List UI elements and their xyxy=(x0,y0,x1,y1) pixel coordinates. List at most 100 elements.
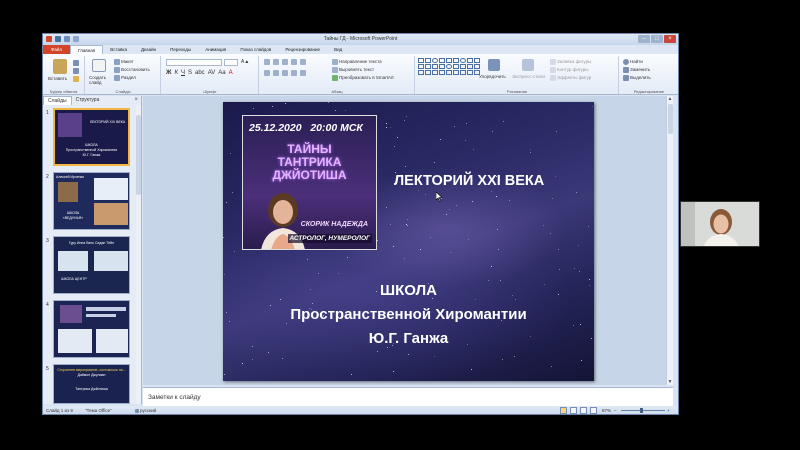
find-button[interactable]: Найти xyxy=(623,59,643,65)
pane-scrollbar[interactable] xyxy=(136,105,141,404)
select-button[interactable]: Выделить xyxy=(623,75,651,81)
shape-icon[interactable] xyxy=(467,64,473,69)
font-size-dropdown[interactable] xyxy=(224,59,238,66)
reading-view-button[interactable] xyxy=(580,407,587,414)
tab-design[interactable]: Дизайн xyxy=(134,45,163,54)
case-icon[interactable]: Aa xyxy=(218,70,225,76)
slide-thumbnail-1[interactable]: ЛЕКТОРИЙ XXI ВЕКА ШКОЛА Пространственной… xyxy=(53,108,130,166)
align-left-icon[interactable] xyxy=(264,70,270,76)
shape-icon[interactable] xyxy=(460,64,466,69)
zoom-out-icon[interactable]: – xyxy=(614,408,617,413)
slide-thumbnail-5[interactable]: Стороннее мероприятие, состоялось на... … xyxy=(53,364,130,404)
zoom-level[interactable]: 87% xyxy=(602,408,611,413)
shape-icon[interactable] xyxy=(467,58,473,63)
shape-icon[interactable] xyxy=(453,70,459,75)
shape-icon[interactable] xyxy=(439,70,445,75)
paste-icon[interactable] xyxy=(53,59,67,74)
shape-icon[interactable] xyxy=(453,58,459,63)
smartart-button[interactable]: Преобразовать в SmartArt xyxy=(332,75,394,81)
shape-outline-button[interactable]: Контур фигуры xyxy=(550,67,588,73)
quick-styles-button[interactable]: Экспресс-стили xyxy=(512,74,545,79)
layout-button[interactable]: Макет xyxy=(114,59,134,65)
underline-icon[interactable]: Ч xyxy=(181,70,185,76)
slide-thumbnail-3[interactable]: Гуру Инна Вэнс Седан Тейн ШКОЛА ЦЕНТР xyxy=(53,236,130,294)
shape-icon[interactable] xyxy=(460,70,466,75)
shape-icon[interactable] xyxy=(432,64,438,69)
shape-effects-button[interactable]: Эффекты фигур xyxy=(550,75,591,81)
line-spacing-icon[interactable] xyxy=(300,59,306,65)
event-poster[interactable]: 25.12.2020 20:00 МСК ТАЙНЫ ТАНТРИКА ДЖЙО… xyxy=(242,115,377,250)
scrollbar-thumb[interactable] xyxy=(668,104,673,134)
shape-icon[interactable] xyxy=(425,70,431,75)
slide-thumbnail-4[interactable] xyxy=(53,300,130,358)
new-slide-icon[interactable] xyxy=(92,59,106,72)
shape-icon[interactable] xyxy=(446,70,452,75)
shape-icon[interactable] xyxy=(418,58,424,63)
reset-button[interactable]: Восстановить xyxy=(114,67,150,73)
replace-button[interactable]: Заменить xyxy=(623,67,650,73)
slide-thumbnail-2[interactable]: Алексей Ирченко ШКОЛА «ВЕДУНЬЯ» xyxy=(53,172,130,230)
notes-pane[interactable]: Заметки к слайду xyxy=(143,387,673,406)
shape-icon[interactable] xyxy=(425,58,431,63)
shape-icon[interactable] xyxy=(446,58,452,63)
language-indicator[interactable]: русский xyxy=(135,408,156,413)
quick-styles-icon[interactable] xyxy=(522,59,534,71)
cut-icon[interactable] xyxy=(73,60,79,66)
shape-icon[interactable] xyxy=(474,58,480,63)
tab-slideshow[interactable]: Показ слайдов xyxy=(233,45,278,54)
tab-view[interactable]: Вид xyxy=(327,45,349,54)
format-painter-icon[interactable] xyxy=(73,76,79,82)
minimize-button[interactable]: – xyxy=(638,35,650,43)
tab-review[interactable]: Рецензирование xyxy=(278,45,327,54)
shape-icon[interactable] xyxy=(432,58,438,63)
spacing-icon[interactable]: AV xyxy=(208,70,216,76)
shape-icon[interactable] xyxy=(425,64,431,69)
normal-view-button[interactable] xyxy=(560,407,567,414)
arrange-button[interactable]: Упорядочить xyxy=(479,74,506,79)
align-right-icon[interactable] xyxy=(282,70,288,76)
tab-file[interactable]: Файл xyxy=(43,45,71,54)
close-button[interactable]: × xyxy=(664,35,676,43)
italic-icon[interactable]: К xyxy=(174,70,178,76)
bullets-icon[interactable] xyxy=(264,59,270,65)
font-name-dropdown[interactable] xyxy=(166,59,222,66)
strikethrough-icon[interactable]: S xyxy=(188,70,192,76)
shape-icon[interactable] xyxy=(418,64,424,69)
shape-icon[interactable] xyxy=(439,64,445,69)
tab-animation[interactable]: Анимация xyxy=(198,45,233,54)
shape-icon[interactable] xyxy=(474,64,480,69)
shape-icon[interactable] xyxy=(439,58,445,63)
scrollbar-thumb[interactable] xyxy=(136,115,141,195)
font-color-icon[interactable]: A xyxy=(229,70,233,76)
decrease-indent-icon[interactable] xyxy=(282,59,288,65)
tab-outline[interactable]: Структура xyxy=(72,96,104,105)
close-icon[interactable]: × xyxy=(134,97,138,103)
tab-home[interactable]: Главная xyxy=(70,45,104,54)
maximize-button[interactable]: □ xyxy=(651,35,663,43)
paste-button[interactable]: Вставить xyxy=(48,76,67,81)
increase-indent-icon[interactable] xyxy=(291,59,297,65)
scroll-down-icon[interactable]: ▼ xyxy=(667,379,673,385)
align-center-icon[interactable] xyxy=(273,70,279,76)
shape-icon[interactable] xyxy=(446,64,452,69)
section-button[interactable]: Раздел xyxy=(114,75,136,81)
zoom-slider-handle[interactable] xyxy=(640,408,643,413)
scroll-up-icon[interactable]: ▲ xyxy=(667,96,673,102)
shadow-icon[interactable]: abc xyxy=(195,70,205,76)
arrange-icon[interactable] xyxy=(488,59,500,71)
justify-icon[interactable] xyxy=(291,70,297,76)
shape-icon[interactable] xyxy=(418,70,424,75)
tab-transitions[interactable]: Переходы xyxy=(163,45,198,54)
align-text-button[interactable]: Выровнять текст xyxy=(332,67,374,73)
shapes-gallery[interactable] xyxy=(418,58,480,75)
columns-icon[interactable] xyxy=(300,70,306,76)
tab-insert[interactable]: Вставка xyxy=(103,45,134,54)
slideshow-button[interactable] xyxy=(590,407,597,414)
shape-icon[interactable] xyxy=(453,64,459,69)
tab-slides[interactable]: Слайды xyxy=(43,96,72,105)
copy-icon[interactable] xyxy=(73,68,79,74)
new-slide-button[interactable]: Создать слайд xyxy=(89,75,113,85)
zoom-in-icon[interactable]: + xyxy=(667,408,670,413)
zoom-slider[interactable] xyxy=(621,410,665,411)
shape-icon[interactable] xyxy=(432,70,438,75)
